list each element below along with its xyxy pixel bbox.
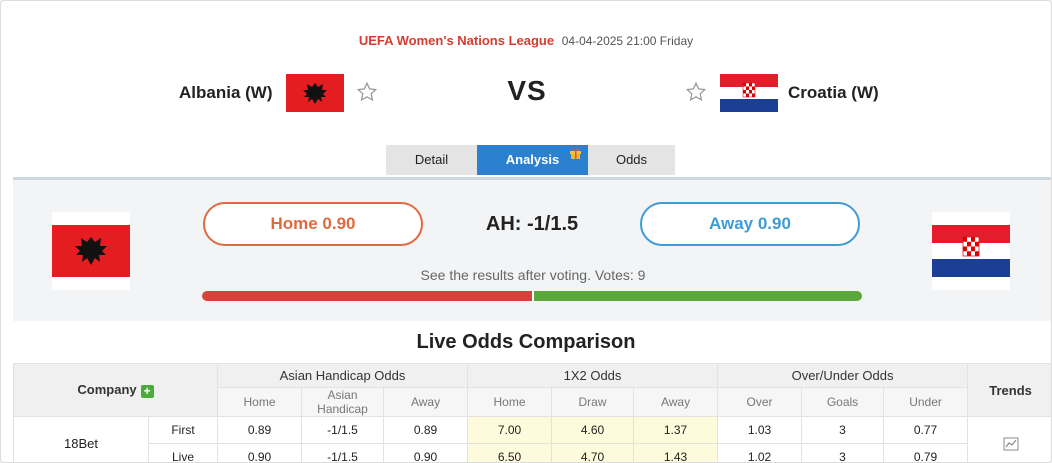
odds-table: Company + Asian Handicap Odds 1X2 Odds Ov…	[12, 363, 1052, 462]
vote-progress-bar	[202, 291, 862, 301]
company-header-label: Company	[77, 382, 137, 397]
odds-cell: -1/1.5	[301, 443, 385, 462]
asian-handicap-value: AH: -1/1.5	[485, 213, 579, 235]
sub-header: Home	[467, 387, 553, 417]
1x2-header: 1X2 Odds	[467, 363, 719, 388]
trends-header: Trends	[967, 363, 1051, 417]
company-header: Company +	[12, 363, 219, 417]
match-header: UEFA Women's Nations League 04-04-2025 2…	[1, 33, 1051, 48]
chart-icon[interactable]	[1003, 437, 1019, 451]
vote-note: See the results after voting. Votes: 9	[420, 267, 646, 283]
vote-home-fill	[202, 291, 532, 301]
tab-detail[interactable]: Detail	[386, 145, 477, 175]
company-name[interactable]: 18Bet	[13, 416, 149, 462]
versus-label: VS	[507, 75, 547, 106]
sub-header: Asian Handicap	[301, 387, 385, 417]
sub-header: Home	[217, 387, 303, 417]
table-row: Live 0.90 -1/1.5 0.90 6.50 4.70 1.43 1.0…	[14, 443, 1052, 462]
odds-type: First	[147, 416, 219, 444]
odds-cell: 6.50	[467, 443, 553, 462]
tab-odds[interactable]: Odds	[588, 145, 675, 175]
odds-group-header-row: Company + Asian Handicap Odds 1X2 Odds Ov…	[12, 363, 1051, 417]
odds-cell: 7.00	[467, 416, 553, 444]
sub-header: Draw	[551, 387, 635, 417]
plus-icon[interactable]: +	[140, 385, 154, 398]
tab-analysis[interactable]: Analysis	[477, 145, 588, 175]
odds-cell: 3	[801, 443, 885, 462]
sub-header: Away	[633, 387, 719, 417]
star-icon[interactable]	[685, 81, 707, 103]
table-row: 18Bet First 0.89 -1/1.5 0.89 7.00 4.60 1…	[13, 416, 1051, 462]
vote-away-button[interactable]: Away 0.90	[640, 202, 860, 246]
vote-home-button[interactable]: Home 0.90	[203, 202, 423, 246]
match-card: UEFA Women's Nations League 04-04-2025 2…	[0, 0, 1052, 463]
match-datetime: 04-04-2025 21:00 Friday	[561, 34, 694, 48]
odds-cell: 1.03	[717, 416, 803, 444]
trend-cell	[967, 416, 1051, 462]
odds-cell: 0.77	[883, 416, 969, 444]
odds-cell: 0.89	[217, 416, 303, 444]
sub-header: Over	[717, 387, 803, 417]
croatia-flag-icon	[720, 74, 778, 112]
away-team-name[interactable]: Croatia (W)	[788, 83, 879, 103]
vote-panel: Home 0.90 AH: -1/1.5 Away 0.90 See the r…	[13, 177, 1051, 321]
vote-away-fill	[532, 291, 862, 301]
league-name[interactable]: UEFA Women's Nations League	[359, 33, 554, 48]
odds-cell: 4.70	[551, 443, 635, 462]
tab-analysis-label: Analysis	[505, 152, 560, 167]
odds-cell: 0.90	[383, 443, 469, 462]
odds-cell: 0.79	[883, 443, 969, 462]
odds-cell: 3	[801, 416, 885, 444]
odds-cell: 0.89	[383, 416, 469, 444]
odds-type: Live	[147, 443, 219, 462]
sub-header: Under	[883, 387, 969, 417]
asian-handicap-header: Asian Handicap Odds	[217, 363, 469, 388]
teams-row: Albania (W) VS Croatia (W)	[1, 71, 1051, 115]
odds-cell: 0.90	[217, 443, 303, 462]
sub-header: Away	[383, 387, 469, 417]
odds-cell: 1.37	[633, 416, 719, 444]
odds-section-title: Live Odds Comparison	[416, 331, 636, 353]
odds-cell: 1.02	[717, 443, 803, 462]
gift-icon	[570, 148, 581, 159]
sub-header: Goals	[801, 387, 885, 417]
odds-cell: -1/1.5	[301, 416, 385, 444]
odds-cell: 4.60	[551, 416, 635, 444]
odds-cell: 1.43	[633, 443, 719, 462]
match-tabs: Detail Analysis Odds	[386, 145, 675, 175]
over-under-header: Over/Under Odds	[717, 363, 969, 388]
